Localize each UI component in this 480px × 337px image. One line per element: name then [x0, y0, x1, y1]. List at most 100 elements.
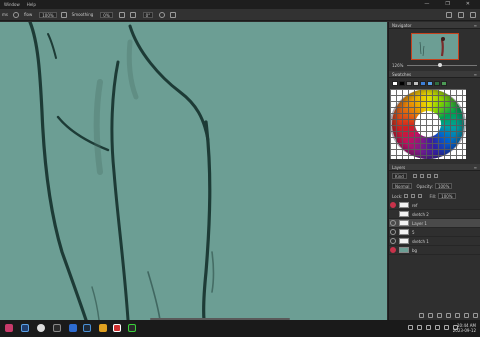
layers-tab[interactable]: Layers ≡ — [389, 164, 480, 171]
angle-icon[interactable] — [129, 11, 136, 18]
workspace-icon[interactable] — [458, 12, 464, 18]
visibility-eye-icon[interactable] — [390, 229, 396, 235]
layer-thumbnail — [399, 247, 409, 253]
layer-name: bg — [412, 247, 418, 253]
menu-window[interactable]: Window — [4, 2, 20, 7]
filter-shape-icon[interactable] — [433, 174, 438, 178]
navigator-tab[interactable]: Navigator ≡ — [389, 22, 480, 29]
zoom-slider[interactable] — [407, 63, 477, 67]
layers-title: Layers — [392, 165, 406, 170]
color-wheel-swatches[interactable] — [390, 89, 466, 159]
layer-row[interactable]: ref — [389, 201, 480, 210]
symmetry-icon[interactable] — [170, 11, 177, 18]
group-icon[interactable] — [455, 313, 460, 318]
layer-row[interactable]: sketch 2 — [389, 210, 480, 219]
swatch[interactable] — [427, 81, 433, 86]
tray-cloud-icon[interactable] — [417, 325, 422, 330]
zoom-percentage[interactable]: 126% — [392, 63, 403, 68]
app-icon-blue[interactable] — [69, 324, 77, 332]
filter-pixel-icon[interactable] — [412, 174, 417, 178]
minimize-icon[interactable]: — — [424, 1, 429, 8]
visibility-eye-icon[interactable] — [390, 211, 396, 217]
fill-label: Fill: — [429, 193, 437, 199]
visibility-eye-icon[interactable] — [390, 202, 396, 208]
navigator-preview[interactable] — [410, 33, 459, 60]
visibility-eye-icon[interactable] — [390, 238, 396, 244]
lock-all-icon[interactable] — [418, 194, 423, 198]
photoshop-icon[interactable] — [21, 324, 29, 332]
swatch[interactable] — [434, 81, 440, 86]
lock-pixels-icon[interactable] — [404, 194, 409, 198]
browser-icon[interactable] — [37, 324, 45, 332]
menu-bar: Window Help — ❐ ✕ — [0, 0, 480, 9]
app-icon-pink[interactable] — [5, 324, 13, 332]
swatch[interactable] — [420, 81, 426, 86]
layer-name: Layer 1 — [412, 220, 427, 226]
recent-swatches — [389, 78, 480, 88]
stroke-center-spine — [110, 60, 130, 320]
layer-thumbnail — [399, 202, 409, 208]
swatch[interactable] — [441, 81, 447, 86]
swatch[interactable] — [399, 81, 405, 86]
pressure-size-icon[interactable] — [159, 11, 166, 18]
mask-icon[interactable] — [437, 313, 442, 318]
airbrush-icon[interactable] — [12, 11, 19, 18]
panel-menu-icon[interactable]: ≡ — [474, 22, 477, 29]
layer-name: ref — [412, 202, 418, 208]
options-right-tools — [440, 12, 476, 18]
app-icon-green[interactable] — [128, 324, 136, 332]
layer-kind-filter[interactable]: Kind — [392, 173, 407, 179]
share-icon[interactable] — [470, 12, 476, 18]
stroke-arm-curve — [56, 115, 110, 152]
fx-icon[interactable] — [428, 313, 433, 318]
flow-input[interactable]: 100% — [39, 11, 57, 18]
smoothing-settings-icon[interactable] — [118, 11, 125, 18]
trash-icon[interactable] — [473, 313, 478, 318]
tray-chevron-icon[interactable] — [408, 325, 413, 330]
menu-help[interactable]: Help — [27, 2, 36, 7]
layer-row[interactable]: Layer 1 — [389, 219, 480, 228]
swatch[interactable] — [392, 81, 398, 86]
filter-type-icon[interactable] — [426, 174, 431, 178]
filter-adjust-icon[interactable] — [419, 174, 424, 178]
stroke-ghost-a — [93, 79, 103, 175]
app-icon-dark[interactable] — [53, 324, 61, 332]
layer-row[interactable]: 5 — [389, 228, 480, 237]
tray-keyboard-icon[interactable] — [444, 325, 449, 330]
blend-mode-select[interactable]: Normal — [392, 183, 413, 189]
visibility-eye-icon[interactable] — [390, 247, 396, 253]
layer-row[interactable]: sketch 1 — [389, 237, 480, 246]
pressure-opacity-icon[interactable] — [60, 11, 67, 18]
lock-position-icon[interactable] — [411, 194, 416, 198]
file-explorer-icon[interactable] — [99, 324, 107, 332]
window-controls: — ❐ ✕ — [415, 1, 477, 8]
layer-row[interactable]: bg — [389, 246, 480, 255]
swatch[interactable] — [413, 81, 419, 86]
tray-network-icon[interactable] — [426, 325, 431, 330]
new-layer-icon[interactable] — [464, 313, 469, 318]
swatch-grid — [390, 89, 466, 159]
layers-list: ref sketch 2 Layer 1 5 sketch 1 bg — [389, 201, 480, 255]
panel-menu-icon[interactable]: ≡ — [474, 71, 477, 78]
panel-menu-icon[interactable]: ≡ — [474, 164, 477, 171]
adjustment-icon[interactable] — [446, 313, 451, 318]
maximize-icon[interactable]: ❐ — [445, 1, 449, 8]
stroke-right-contour — [202, 120, 212, 320]
visibility-eye-icon[interactable] — [390, 220, 396, 226]
tray-volume-icon[interactable] — [435, 325, 440, 330]
close-icon[interactable]: ✕ — [466, 1, 470, 8]
zoom-slider-handle[interactable] — [438, 63, 443, 67]
app-icon-red[interactable] — [113, 324, 121, 332]
search-icon[interactable] — [446, 12, 452, 18]
swatches-tab[interactable]: Swatches ≡ — [389, 71, 480, 78]
swatch[interactable] — [406, 81, 412, 86]
app-icon-square[interactable] — [83, 324, 91, 332]
fill-input[interactable]: 100% — [438, 193, 456, 199]
smoothing-input[interactable]: 0% — [100, 11, 113, 18]
clock[interactable]: 10:44 AM 2023-09-12 — [453, 323, 476, 333]
link-layers-icon[interactable] — [419, 313, 424, 318]
drawing-canvas[interactable] — [0, 22, 387, 320]
navigator-title: Navigator — [392, 23, 412, 28]
angle-input[interactable]: 0° — [142, 11, 154, 18]
opacity-input[interactable]: 100% — [434, 183, 453, 189]
